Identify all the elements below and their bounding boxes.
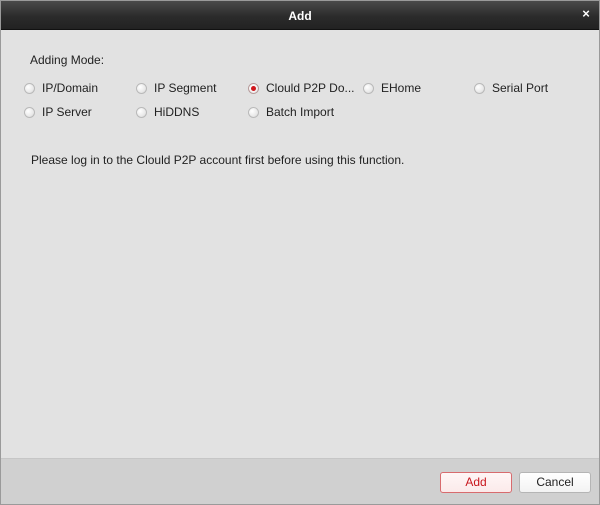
- radio-label: HiDDNS: [154, 105, 200, 119]
- radio-label: Clould P2P Do...: [266, 81, 355, 95]
- radio-ip-segment[interactable]: IP Segment: [136, 80, 216, 96]
- radio-label: EHome: [381, 81, 422, 95]
- radio-circle[interactable]: [474, 82, 485, 94]
- radio-circle[interactable]: [363, 82, 374, 94]
- radio-hiddns[interactable]: HiDDNS: [136, 104, 199, 120]
- radio-circle[interactable]: [24, 82, 35, 94]
- dialog-title: Add: [288, 9, 312, 23]
- login-notice: Please log in to the Clould P2P account …: [31, 153, 405, 167]
- radio-serial-port[interactable]: Serial Port: [474, 80, 548, 96]
- radio-label: IP/Domain: [42, 81, 99, 95]
- radio-cloud-p2p-domain[interactable]: Clould P2P Do...: [248, 80, 355, 96]
- radio-label: Batch Import: [266, 105, 335, 119]
- radio-label: IP Server: [42, 105, 92, 119]
- radio-circle[interactable]: [24, 106, 35, 118]
- radio-ip-domain[interactable]: IP/Domain: [24, 80, 98, 96]
- close-icon[interactable]: ×: [579, 7, 593, 21]
- dialog-titlebar[interactable]: Add ×: [1, 1, 599, 30]
- radio-ehome[interactable]: EHome: [363, 80, 421, 96]
- add-button[interactable]: Add: [440, 472, 512, 493]
- add-dialog: Add × Adding Mode: IP/Domain IP Segment …: [0, 0, 600, 505]
- radio-circle[interactable]: [136, 106, 147, 118]
- radio-circle-selected[interactable]: [248, 82, 259, 94]
- adding-mode-label: Adding Mode:: [30, 53, 105, 67]
- radio-circle[interactable]: [248, 106, 259, 118]
- radio-circle[interactable]: [136, 82, 147, 94]
- radio-ip-server[interactable]: IP Server: [24, 104, 92, 120]
- dialog-footer: Add Cancel: [1, 458, 599, 504]
- radio-label: IP Segment: [154, 81, 217, 95]
- radio-label: Serial Port: [492, 81, 549, 95]
- radio-batch-import[interactable]: Batch Import: [248, 104, 334, 120]
- cancel-button[interactable]: Cancel: [519, 472, 591, 493]
